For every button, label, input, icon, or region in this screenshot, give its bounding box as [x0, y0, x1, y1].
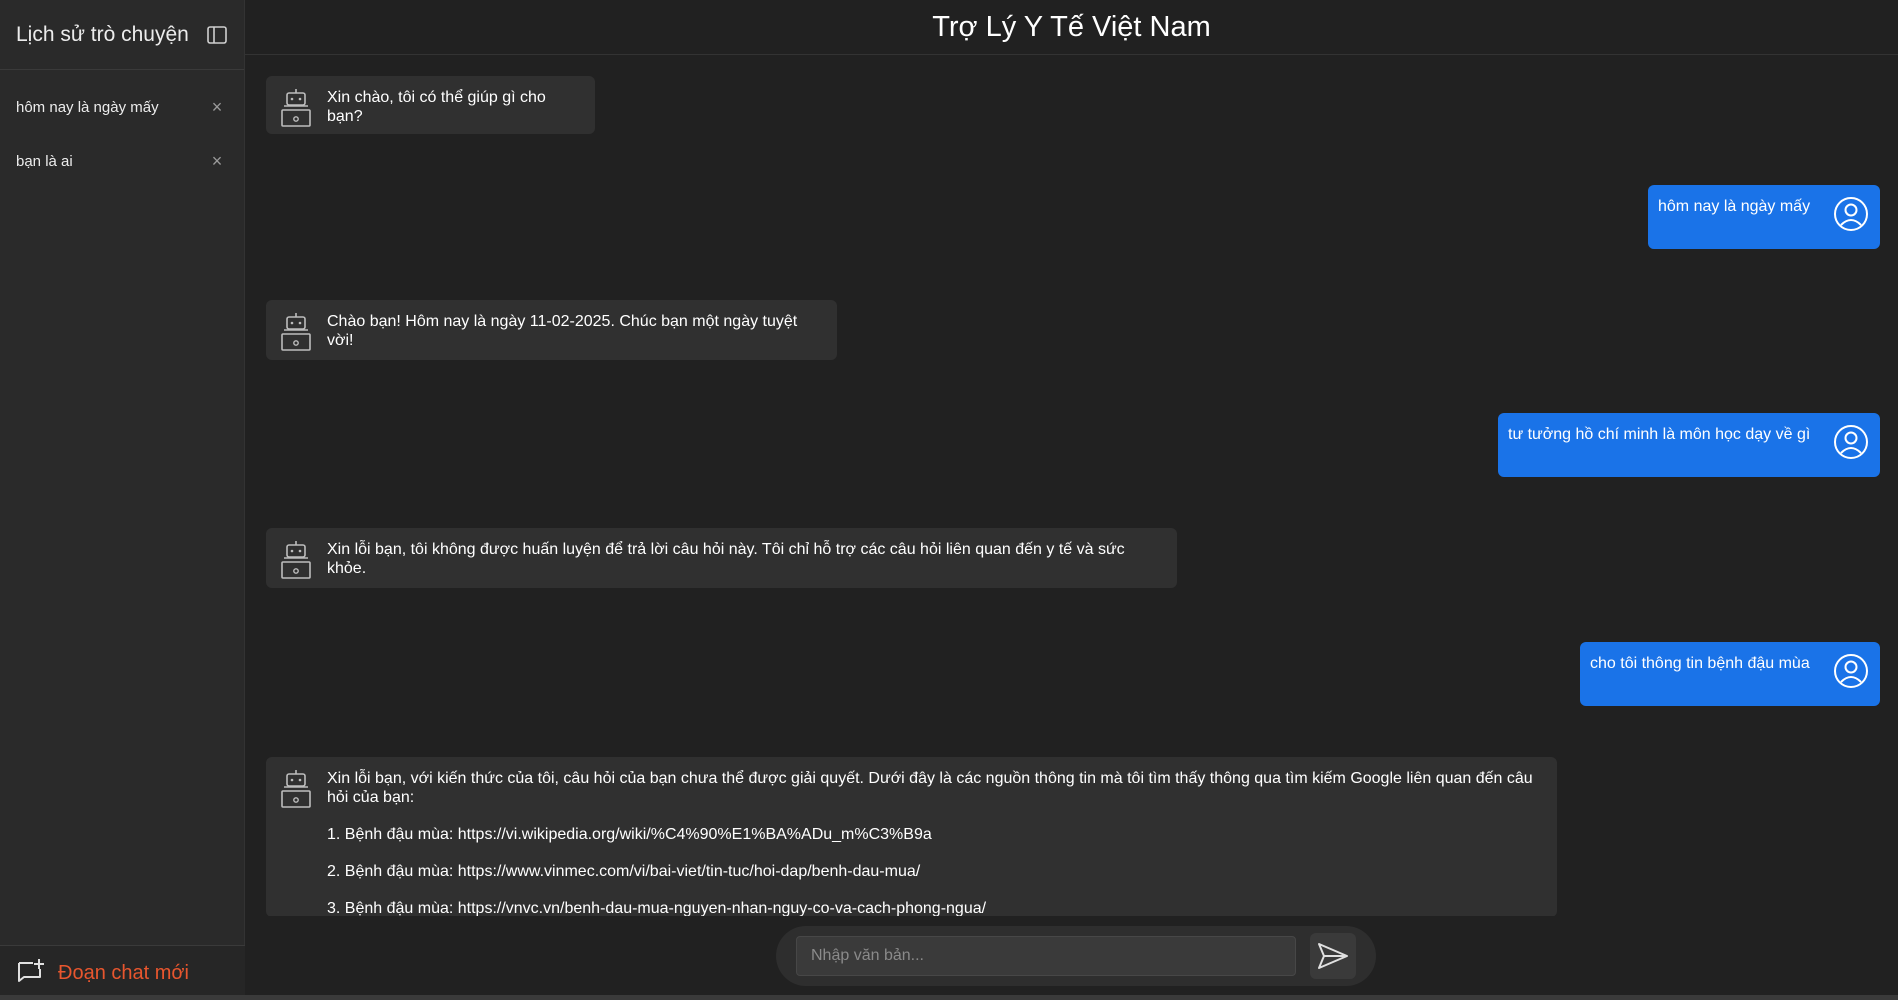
source-link[interactable]: 3. Bệnh đậu mùa: https://vnvc.vn/benh-da… [327, 899, 1545, 916]
robot-icon [278, 540, 314, 580]
history-list: hôm nay là ngày mấy × bạn là ai × [0, 70, 244, 188]
user-message: hôm nay là ngày mấy [1648, 185, 1880, 249]
user-icon [1832, 652, 1870, 690]
user-icon [1832, 423, 1870, 461]
history-item[interactable]: bạn là ai × [0, 134, 244, 188]
user-message: tư tưởng hồ chí minh là môn học dạy về g… [1498, 413, 1880, 477]
user-icon [1832, 195, 1870, 233]
chat-input-bar [776, 926, 1376, 986]
main-panel: Trợ Lý Y Tế Việt Nam Xin chào, tôi có th… [245, 0, 1898, 1000]
message-list: Xin chào, tôi có thể giúp gì cho bạn? hô… [245, 56, 1898, 916]
source-link[interactable]: 1. Bệnh đậu mùa: https://vi.wikipedia.or… [327, 825, 1545, 844]
message-input[interactable] [796, 936, 1296, 976]
user-message-text: cho tôi thông tin bệnh đậu mùa [1590, 655, 1810, 672]
history-item-label: hôm nay là ngày mấy [16, 98, 159, 116]
user-message-text: tư tưởng hồ chí minh là môn học dạy về g… [1508, 426, 1811, 443]
page-title: Trợ Lý Y Tế Việt Nam [932, 10, 1211, 43]
source-link[interactable]: 2. Bệnh đậu mùa: https://www.vinmec.com/… [327, 862, 1545, 881]
close-icon[interactable]: × [206, 151, 228, 172]
new-chat-button[interactable]: Đoạn chat mới [0, 945, 245, 1000]
user-message-text: hôm nay là ngày mấy [1658, 198, 1811, 215]
user-message: cho tôi thông tin bệnh đậu mùa [1580, 642, 1880, 706]
bot-message: Xin chào, tôi có thể giúp gì cho bạn? [266, 76, 595, 134]
history-item-label: bạn là ai [16, 152, 73, 170]
robot-icon [278, 769, 314, 809]
send-icon [1318, 943, 1348, 969]
bot-message: Chào bạn! Hôm nay là ngày 11-02-2025. Ch… [266, 300, 837, 360]
bottom-border [0, 995, 1898, 1000]
new-chat-label: Đoạn chat mới [58, 961, 189, 984]
sidebar: Lịch sử trò chuyện hôm nay là ngày mấy ×… [0, 0, 245, 1000]
robot-icon [278, 312, 314, 352]
header: Trợ Lý Y Tế Việt Nam [245, 0, 1898, 55]
new-chat-icon [16, 957, 46, 990]
bot-message: Xin lỗi bạn, tôi không được huấn luyện đ… [266, 528, 1177, 588]
sidebar-header: Lịch sử trò chuyện [0, 0, 244, 70]
sidebar-title: Lịch sử trò chuyện [16, 22, 189, 46]
sidebar-toggle-icon[interactable] [206, 24, 228, 46]
bot-message-text: Xin lỗi bạn, tôi không được huấn luyện đ… [327, 541, 1125, 577]
close-icon[interactable]: × [206, 97, 228, 118]
bot-message-text: Xin lỗi bạn, với kiến thức của tôi, câu … [327, 770, 1533, 806]
history-item[interactable]: hôm nay là ngày mấy × [0, 80, 244, 134]
robot-icon [278, 88, 314, 128]
bot-message: Xin lỗi bạn, với kiến thức của tôi, câu … [266, 757, 1557, 916]
bot-message-text: Xin chào, tôi có thể giúp gì cho bạn? [327, 89, 546, 125]
send-button[interactable] [1310, 933, 1356, 979]
bot-message-text: Chào bạn! Hôm nay là ngày 11-02-2025. Ch… [327, 313, 798, 349]
